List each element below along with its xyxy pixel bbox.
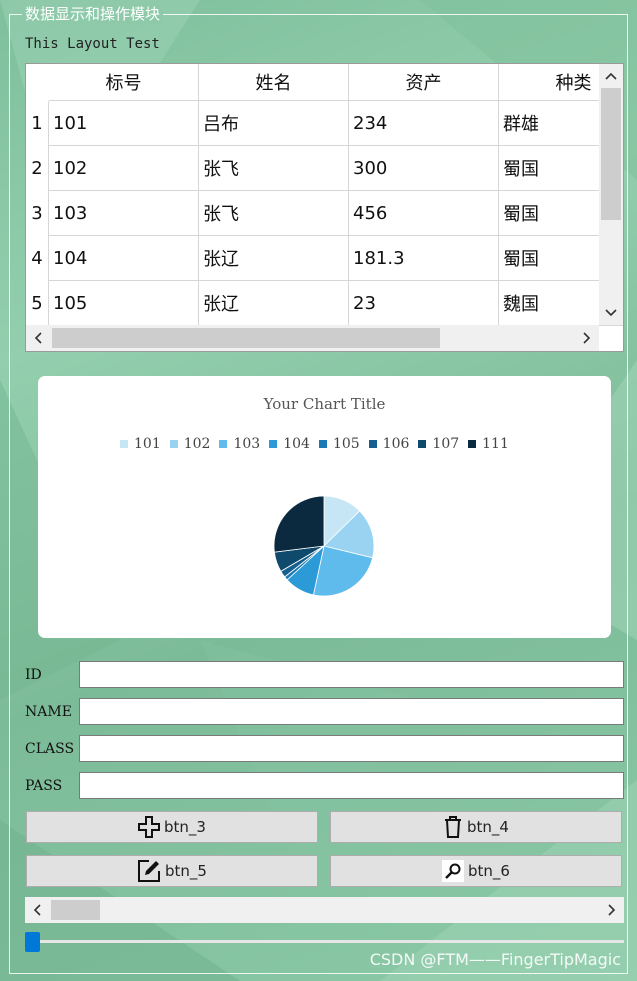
id-field[interactable] <box>79 661 624 688</box>
plus-icon <box>138 816 161 838</box>
chart-legend: 101 102 103 104 105 106 107 111 <box>120 436 518 452</box>
table-cell[interactable]: 吕布 <box>199 101 349 146</box>
legend-swatch <box>468 440 477 448</box>
table-corner[interactable] <box>26 64 50 102</box>
table-cell[interactable]: 张辽 <box>199 281 349 326</box>
vertical-scroll-thumb[interactable] <box>601 88 621 220</box>
btn-3-label: btn_3 <box>164 818 206 836</box>
table-horizontal-scrollbar[interactable] <box>26 325 599 351</box>
btn-4-label: btn_4 <box>467 818 509 836</box>
legend-item: 104 <box>269 436 310 452</box>
chevron-up-icon[interactable] <box>599 64 623 88</box>
row-header[interactable]: 4 <box>26 236 49 281</box>
row-header[interactable]: 5 <box>26 281 49 326</box>
group-title: 数据显示和操作模块 <box>22 3 164 24</box>
slider-track[interactable] <box>25 940 624 943</box>
legend-item: 103 <box>219 436 260 452</box>
table-vertical-scrollbar[interactable] <box>599 64 623 325</box>
data-table[interactable]: 标号 姓名 资产 种类 1 2 3 4 5 101 吕布 234 群雄 102 … <box>25 63 624 352</box>
legend-label: 103 <box>233 436 261 452</box>
trash-icon <box>445 816 462 838</box>
btn-6-label: btn_6 <box>468 862 510 880</box>
table-cell[interactable]: 456 <box>349 191 499 236</box>
legend-item: 107 <box>418 436 459 452</box>
chevron-left-icon[interactable] <box>26 325 50 351</box>
class-field[interactable] <box>79 735 624 762</box>
legend-item: 111 <box>468 436 509 452</box>
pie-slice-111 <box>273 495 325 553</box>
name-field[interactable] <box>79 698 624 725</box>
column-header-name[interactable]: 姓名 <box>199 64 349 101</box>
btn-6-button[interactable]: btn_6 <box>330 855 622 887</box>
btn-3-button[interactable]: btn_3 <box>26 811 318 843</box>
legend-item: 106 <box>368 436 410 452</box>
legend-label: 104 <box>283 436 310 452</box>
pie-chart <box>273 495 375 597</box>
legend-label: 105 <box>332 436 360 452</box>
table-cell[interactable]: 181.3 <box>349 236 499 281</box>
table-cell[interactable]: 103 <box>49 191 199 236</box>
chevron-right-icon[interactable] <box>600 897 624 923</box>
table-cell[interactable]: 张飞 <box>199 146 349 191</box>
legend-swatch <box>269 440 278 448</box>
horizontal-scroll-thumb[interactable] <box>52 328 440 348</box>
id-label: ID <box>25 667 42 683</box>
table-cell[interactable]: 105 <box>49 281 199 326</box>
layout-label: This Layout Test <box>25 36 160 52</box>
legend-swatch <box>120 440 128 448</box>
legend-label: 111 <box>482 436 509 452</box>
table-cell[interactable]: 张飞 <box>199 191 349 236</box>
table-cell[interactable]: 104 <box>49 236 199 281</box>
table-cell[interactable]: 300 <box>349 146 499 191</box>
pass-label: PASS <box>25 778 63 794</box>
legend-swatch <box>219 440 228 448</box>
chart-title: Your Chart Title <box>263 395 386 413</box>
chart-card: Your Chart Title 101 102 103 104 105 106 107 11… <box>38 376 611 638</box>
legend-label: 106 <box>382 436 410 452</box>
legend-label: 101 <box>134 436 161 452</box>
row-header[interactable]: 2 <box>26 146 49 191</box>
btn-5-button[interactable]: btn_5 <box>26 855 318 887</box>
table-cell[interactable]: 102 <box>49 146 199 191</box>
slider-handle[interactable] <box>25 932 40 952</box>
row-header[interactable]: 3 <box>26 191 49 236</box>
legend-swatch <box>318 440 327 448</box>
btn-4-button[interactable]: btn_4 <box>330 811 622 843</box>
edit-icon <box>138 860 161 882</box>
class-label: CLASS <box>25 741 75 757</box>
chevron-right-icon[interactable] <box>575 325 599 351</box>
legend-item: 101 <box>120 436 161 452</box>
column-header-id[interactable]: 标号 <box>49 64 199 101</box>
chevron-down-icon[interactable] <box>599 301 623 325</box>
horizontal-scrollbar[interactable] <box>25 897 624 923</box>
legend-swatch <box>368 440 377 448</box>
table-cell[interactable]: 101 <box>49 101 199 146</box>
watermark: CSDN @FTM——FingerTipMagic <box>369 950 621 969</box>
legend-swatch <box>418 440 427 448</box>
table-cell[interactable]: 23 <box>349 281 499 326</box>
table-cell[interactable]: 234 <box>349 101 499 146</box>
name-label: NAME <box>25 704 72 720</box>
legend-swatch <box>169 440 178 448</box>
btn-5-label: btn_5 <box>165 862 207 880</box>
pass-field[interactable] <box>79 772 624 799</box>
search-icon <box>442 860 465 882</box>
legend-item: 102 <box>169 436 211 452</box>
table-cell[interactable]: 张辽 <box>199 236 349 281</box>
row-header[interactable]: 1 <box>26 101 49 146</box>
legend-label: 102 <box>183 436 211 452</box>
column-header-assets[interactable]: 资产 <box>349 64 499 101</box>
chevron-left-icon[interactable] <box>25 897 49 923</box>
legend-label: 107 <box>432 436 460 452</box>
horizontal-scroll-thumb[interactable] <box>51 900 100 920</box>
legend-item: 105 <box>318 436 360 452</box>
